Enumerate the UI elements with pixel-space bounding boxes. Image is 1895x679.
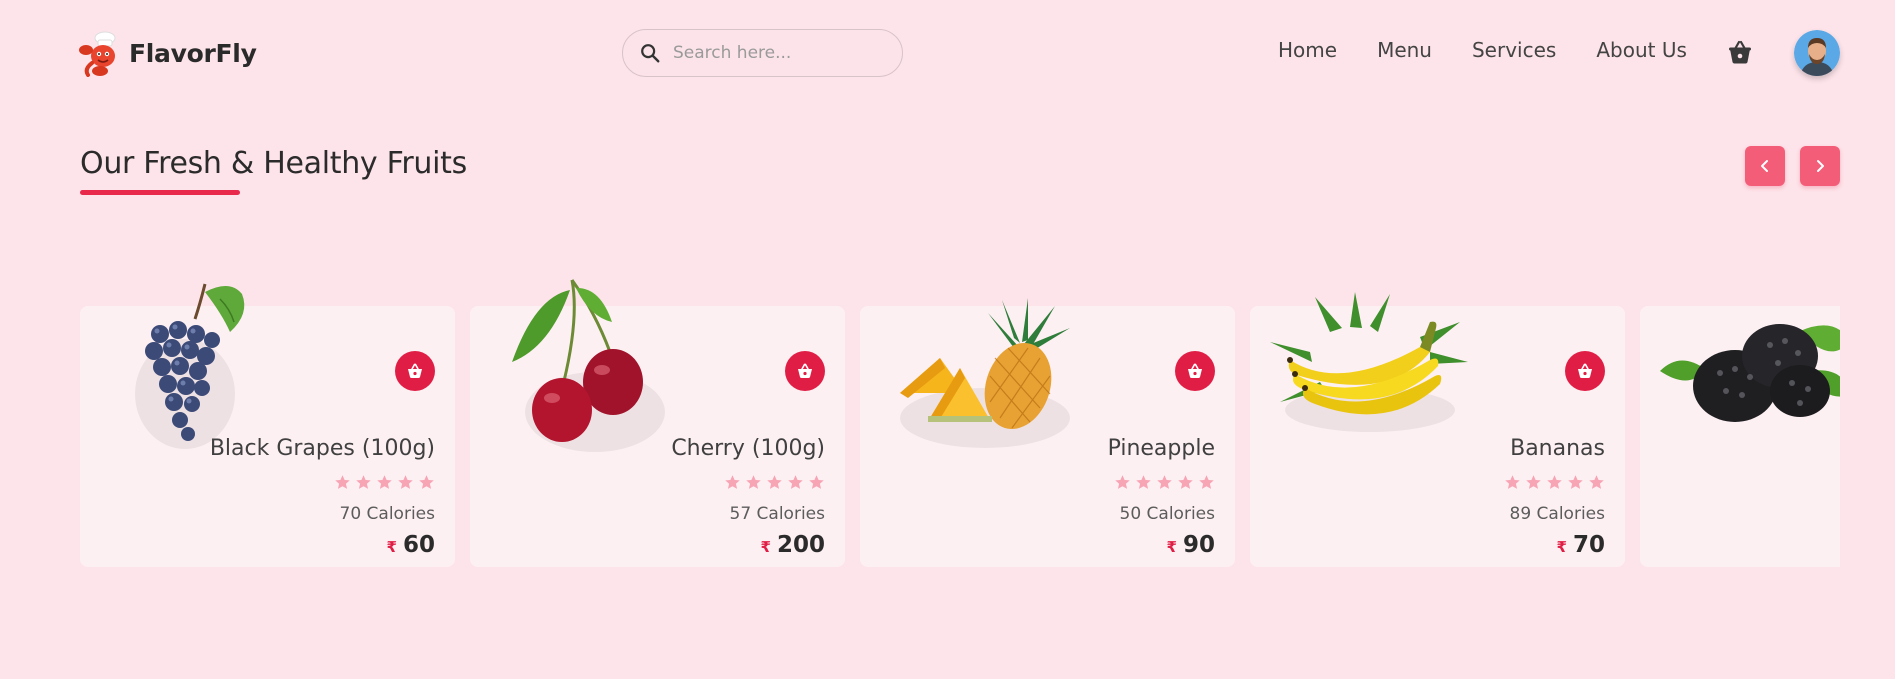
product-carousel: Black Grapes (100g) 70 Calories ₹ 60 Che…	[80, 270, 1840, 590]
product-price: ₹ 70	[1557, 532, 1605, 558]
main-nav: Home Menu Services About Us	[1278, 38, 1687, 62]
star-icon	[767, 475, 782, 489]
product-card[interactable]: Bananas 89 Calories ₹ 70	[1250, 292, 1625, 567]
product-price: ₹ 90	[1167, 532, 1215, 558]
star-icon	[335, 475, 350, 489]
star-icon	[1115, 475, 1130, 489]
bananas-image	[1270, 292, 1468, 432]
basket-icon	[1188, 363, 1202, 378]
search-icon	[641, 44, 660, 63]
user-avatar-icon	[1794, 30, 1840, 76]
chevron-right-icon	[1817, 160, 1824, 172]
product-name: Black Grapes (100g)	[209, 436, 435, 461]
product-calories: 70 Calories	[339, 504, 435, 524]
product-price: ₹ 60	[387, 532, 435, 558]
star-icon	[1505, 475, 1520, 489]
add-to-cart-button[interactable]	[1565, 351, 1605, 391]
price-value: 70	[1572, 532, 1605, 558]
avatar[interactable]	[1794, 30, 1840, 76]
nav-about-us[interactable]: About Us	[1596, 38, 1687, 62]
blackberries-image	[1660, 324, 1840, 422]
product-card[interactable]: Pineapple 50 Calories ₹ 90	[860, 298, 1235, 567]
price-value: 60	[402, 532, 435, 558]
star-icon	[398, 475, 413, 489]
carousel-prev-button[interactable]	[1745, 146, 1785, 186]
product-price: ₹ 200	[761, 532, 825, 558]
product-name: Pineapple	[1107, 436, 1215, 461]
pineapple-image	[900, 298, 1070, 448]
star-icon	[746, 475, 761, 489]
star-icon	[725, 475, 740, 489]
currency-symbol: ₹	[760, 538, 771, 556]
product-card[interactable]	[1640, 306, 1840, 567]
star-icon	[1568, 475, 1583, 489]
add-to-cart-button[interactable]	[785, 351, 825, 391]
header: FlavorFly Home Menu Services About Us	[0, 0, 1895, 106]
nav-menu[interactable]: Menu	[1377, 38, 1432, 62]
product-calories: 89 Calories	[1509, 504, 1605, 524]
chef-logo-icon	[79, 31, 116, 77]
add-to-cart-button[interactable]	[1175, 351, 1215, 391]
chevron-left-icon	[1761, 160, 1768, 172]
price-value: 200	[776, 532, 825, 558]
star-icon	[788, 475, 803, 489]
product-calories: 50 Calories	[1119, 504, 1215, 524]
product-rating	[724, 474, 825, 491]
star-icon	[1526, 475, 1541, 489]
title-underline	[80, 190, 240, 195]
currency-symbol: ₹	[1166, 538, 1177, 556]
star-icon	[809, 475, 824, 489]
star-icon	[1157, 475, 1172, 489]
star-icon	[1547, 475, 1562, 489]
carousel-next-button[interactable]	[1800, 146, 1840, 186]
star-icon	[377, 475, 392, 489]
basket-icon	[408, 363, 422, 378]
brand-logo[interactable]: FlavorFly	[78, 29, 257, 77]
nav-services[interactable]: Services	[1472, 38, 1556, 62]
product-rating	[1504, 474, 1605, 491]
product-card[interactable]: Black Grapes (100g) 70 Calories ₹ 60	[80, 283, 455, 567]
product-calories: 57 Calories	[729, 504, 825, 524]
brand-name: FlavorFly	[129, 38, 257, 68]
product-card[interactable]: Cherry (100g) 57 Calories ₹ 200	[470, 279, 845, 567]
star-icon	[356, 475, 371, 489]
basket-icon	[798, 363, 812, 378]
basket-icon	[1578, 363, 1592, 378]
product-rating	[1114, 474, 1215, 491]
product-name: Cherry (100g)	[671, 436, 825, 461]
price-value: 90	[1182, 532, 1215, 558]
nav-home[interactable]: Home	[1278, 38, 1337, 62]
product-name: Bananas	[1510, 436, 1605, 461]
product-rating	[334, 474, 435, 491]
currency-symbol: ₹	[1556, 538, 1567, 556]
search-bar[interactable]	[622, 29, 903, 77]
star-icon	[1199, 475, 1214, 489]
section-title: Our Fresh & Healthy Fruits	[80, 146, 467, 181]
search-input[interactable]	[673, 43, 883, 63]
add-to-cart-button[interactable]	[395, 351, 435, 391]
star-icon	[1136, 475, 1151, 489]
currency-symbol: ₹	[386, 538, 397, 556]
star-icon	[419, 475, 434, 489]
cart-icon[interactable]	[1726, 38, 1754, 66]
cherry-image	[512, 279, 665, 452]
star-icon	[1178, 475, 1193, 489]
star-icon	[1589, 475, 1604, 489]
